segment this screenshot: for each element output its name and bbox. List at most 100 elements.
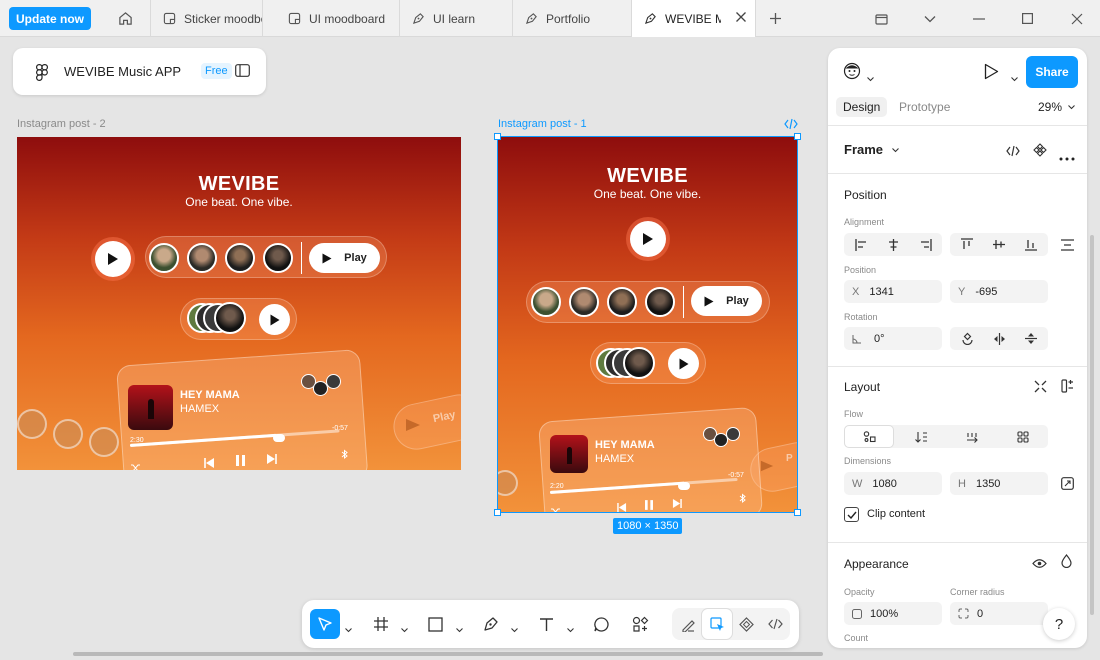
- minimize-button[interactable]: [956, 0, 1002, 37]
- draw-mode-button[interactable]: [673, 609, 703, 639]
- flip-horizontal-button[interactable]: [982, 327, 1016, 350]
- chevron-down-icon[interactable]: [511, 620, 518, 638]
- auto-layout-icon[interactable]: [1061, 379, 1074, 398]
- frame-icon: [374, 617, 388, 631]
- tab-portfolio[interactable]: Portfolio: [513, 0, 632, 37]
- component-icon[interactable]: [1033, 143, 1047, 162]
- draw-icon: [681, 619, 695, 632]
- collapse-layout-icon[interactable]: [1034, 380, 1047, 398]
- tab-ui-learn[interactable]: UI learn: [400, 0, 513, 37]
- distribute-icon[interactable]: [1061, 238, 1074, 256]
- resize-handle[interactable]: [494, 509, 501, 516]
- flow-freeform-button[interactable]: [844, 425, 894, 448]
- flow-grid-button[interactable]: [999, 425, 1047, 448]
- corner-radius-icon: [958, 608, 969, 619]
- rectangle-tool-button[interactable]: [420, 609, 450, 639]
- chevron-down-icon: [924, 15, 936, 22]
- corner-radius-input[interactable]: 0: [950, 602, 1048, 625]
- new-tab-button[interactable]: [756, 0, 794, 37]
- chevron-down-icon[interactable]: [567, 620, 574, 638]
- rotation-input[interactable]: 0°: [844, 327, 942, 350]
- frame-tool-button[interactable]: [366, 609, 396, 639]
- file-icon: [163, 12, 176, 25]
- present-play-icon[interactable]: [984, 63, 999, 85]
- align-top-icon: [961, 238, 973, 249]
- dev-mode-button[interactable]: [760, 609, 790, 639]
- design-mode-button[interactable]: [702, 609, 732, 639]
- drop-icon[interactable]: [1061, 554, 1072, 573]
- close-window-button[interactable]: [1054, 0, 1100, 37]
- avatar[interactable]: [843, 62, 861, 85]
- align-left-button[interactable]: [844, 233, 878, 256]
- y-position-input[interactable]: Y -695: [950, 280, 1048, 303]
- width-input[interactable]: W 1080: [844, 472, 942, 495]
- close-tab-icon[interactable]: [735, 11, 747, 26]
- frame-instagram-post-2[interactable]: WEVIBE One beat. One vibe. Play Play HEY…: [17, 137, 461, 470]
- align-center-h-button[interactable]: [876, 233, 910, 256]
- bottom-toolbar: [302, 600, 799, 648]
- opacity-input[interactable]: 100%: [844, 602, 942, 625]
- pause-icon: [236, 453, 245, 470]
- chevron-down-icon[interactable]: [1011, 69, 1018, 87]
- clip-content-checkbox[interactable]: [844, 507, 859, 522]
- flip-vertical-button[interactable]: [1014, 327, 1048, 350]
- align-bottom-button[interactable]: [1014, 233, 1048, 256]
- frame-type-dropdown[interactable]: Frame: [844, 142, 899, 157]
- file-name[interactable]: WEVIBE Music APP: [64, 64, 181, 79]
- share-button[interactable]: Share: [1026, 56, 1078, 88]
- cursor-icon: [318, 617, 332, 631]
- height-value: 1350: [975, 477, 1001, 490]
- x-position-input[interactable]: X 1341: [844, 280, 942, 303]
- tab-design[interactable]: Design: [836, 97, 888, 117]
- chevron-down-icon[interactable]: [867, 69, 874, 87]
- tab-sticker-moodboard[interactable]: Sticker moodbo: [151, 0, 263, 37]
- home-tab[interactable]: [101, 0, 151, 37]
- flow-horizontal-button[interactable]: [948, 425, 996, 448]
- panel-scrollbar[interactable]: [1090, 235, 1094, 615]
- eye-icon[interactable]: [1032, 556, 1047, 574]
- tab-menu-button[interactable]: [907, 0, 953, 37]
- align-right-button[interactable]: [908, 233, 942, 256]
- more-options-icon[interactable]: [1059, 148, 1075, 166]
- zoom-level[interactable]: 29%: [1038, 100, 1076, 114]
- resize-handle[interactable]: [794, 133, 801, 140]
- align-center-icon: [888, 238, 898, 251]
- maximize-button[interactable]: [1004, 0, 1050, 37]
- chevron-down-icon[interactable]: [401, 620, 408, 638]
- chevron-down-icon[interactable]: [456, 620, 463, 638]
- actions-tool-button[interactable]: [625, 609, 655, 639]
- maximize-icon: [1021, 13, 1033, 24]
- tab-prototype[interactable]: Prototype: [899, 100, 950, 114]
- comment-tool-button[interactable]: [586, 609, 616, 639]
- update-now-button[interactable]: Update now: [9, 7, 91, 30]
- resize-to-fit-icon[interactable]: [1061, 477, 1074, 495]
- tab-overview-button[interactable]: [858, 0, 904, 37]
- toggle-sidebar-icon[interactable]: [235, 64, 250, 82]
- align-middle-button[interactable]: [982, 233, 1016, 256]
- move-tool-button[interactable]: [310, 609, 340, 639]
- album-art: [128, 385, 173, 430]
- tab-ui-moodboard[interactable]: UI moodboard: [276, 0, 400, 37]
- plan-badge[interactable]: Free: [201, 63, 232, 79]
- frame-label-post-2[interactable]: Instagram post - 2: [17, 118, 106, 130]
- chevron-down-icon[interactable]: [345, 620, 352, 638]
- component-mode-button[interactable]: [731, 609, 761, 639]
- frame-tagline: One beat. One vibe.: [185, 195, 293, 209]
- horizontal-scrollbar[interactable]: [73, 652, 823, 656]
- frame-label-post-1[interactable]: Instagram post - 1: [498, 118, 587, 130]
- tab-wevibe-music[interactable]: WEVIBE Mu: [632, 0, 756, 37]
- layout-title: Layout: [844, 380, 881, 394]
- figma-logo-icon[interactable]: [36, 64, 49, 86]
- tab-label: WEVIBE Mu: [665, 11, 721, 26]
- resize-handle[interactable]: [494, 133, 501, 140]
- clip-content-label[interactable]: Clip content: [867, 508, 925, 520]
- help-button[interactable]: ?: [1043, 608, 1075, 640]
- text-tool-button[interactable]: [531, 609, 561, 639]
- flow-vertical-button[interactable]: [897, 425, 945, 448]
- align-top-button[interactable]: [950, 233, 984, 256]
- rotate-button[interactable]: [950, 327, 984, 350]
- pen-tool-button[interactable]: [475, 609, 505, 639]
- code-icon[interactable]: [1006, 144, 1020, 162]
- height-input[interactable]: H 1350: [950, 472, 1048, 495]
- resize-handle[interactable]: [794, 509, 801, 516]
